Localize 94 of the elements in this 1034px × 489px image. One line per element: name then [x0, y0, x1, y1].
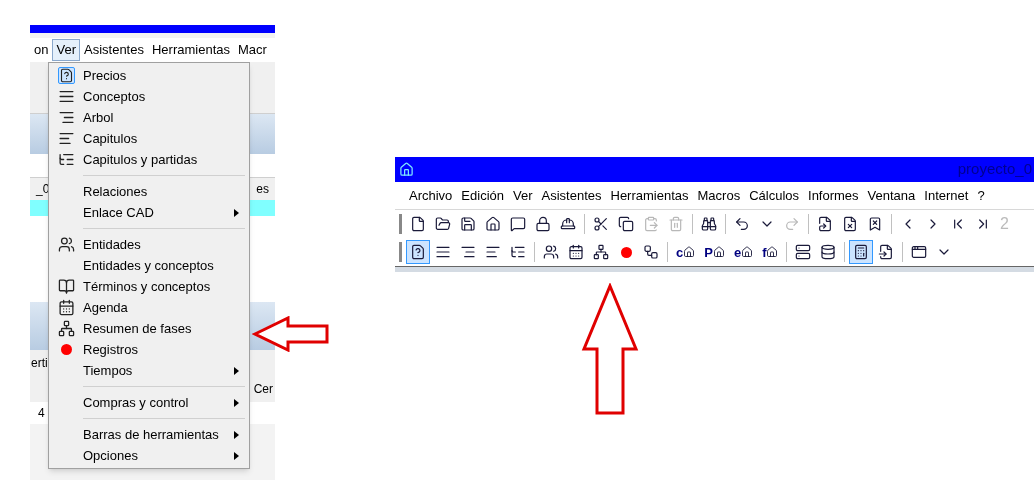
menu-item[interactable]: Archivo [409, 185, 453, 206]
menu-item[interactable]: Tiempos [49, 360, 249, 381]
indented-lines-icon [510, 244, 526, 260]
menu-item[interactable]: Ver [52, 39, 80, 61]
menu-item[interactable]: Herramientas [147, 39, 234, 61]
toolbar-button[interactable]: P [700, 240, 729, 264]
menu-item[interactable]: Arbol [49, 107, 249, 128]
menu-item[interactable]: on [30, 39, 53, 61]
menu-item[interactable]: Internet [924, 185, 969, 206]
chapter-lines-icon [57, 130, 75, 147]
trash-icon [668, 216, 684, 232]
menu-item[interactable]: Agenda [49, 297, 249, 318]
helmet-icon [560, 216, 576, 232]
submenu-arrow-icon [234, 451, 239, 460]
menu-item[interactable]: Herramientas [610, 185, 689, 206]
submenu-arrow-icon [234, 366, 239, 375]
people-icon [57, 236, 75, 253]
folder-icon [435, 216, 451, 232]
lines-icon [57, 88, 75, 105]
network-icon [593, 244, 609, 260]
menu-item[interactable]: Ver [513, 185, 533, 206]
paste-icon [643, 216, 659, 232]
panel-icon [795, 244, 812, 260]
menu-item[interactable]: Asistentes [80, 39, 148, 61]
menu-item[interactable]: Resumen de fases [49, 318, 249, 339]
cell-text: 4 [38, 405, 45, 422]
toolbar-button[interactable]: e [729, 240, 758, 264]
menu-item[interactable]: Macr [234, 39, 271, 61]
speech-bubble-icon [510, 216, 526, 232]
calendar-icon [57, 299, 75, 316]
window-icon [911, 244, 928, 260]
save-icon [460, 216, 476, 232]
undo-icon [734, 216, 750, 232]
document-arrow-icon [878, 244, 895, 260]
house-icon [712, 246, 725, 258]
database-icon [820, 244, 837, 260]
window-title: proyecto_0 [957, 159, 1032, 180]
menu-item[interactable]: Términos y conceptos [49, 276, 249, 297]
toolbar-button[interactable] [849, 240, 874, 264]
document-arrow-icon [817, 216, 833, 232]
house-icon [766, 246, 779, 258]
binoculars-icon [701, 216, 717, 232]
price-view-icon [410, 244, 426, 260]
menu-item[interactable]: Asistentes [541, 185, 602, 206]
submenu-arrow-icon [234, 398, 239, 407]
copy-icon [618, 216, 634, 232]
menu-item[interactable]: Cálculos [749, 185, 799, 206]
chapter-lines-icon [485, 244, 501, 260]
toolbar-text: 2 [1000, 214, 1009, 234]
toolbar-button[interactable] [406, 240, 430, 264]
menu-item[interactable]: Compras y control [49, 392, 249, 413]
menu-item[interactable]: Capitulos [49, 128, 249, 149]
network-icon [57, 320, 75, 337]
calendar-icon [568, 244, 584, 260]
menu-item[interactable]: Enlace CAD [49, 202, 249, 223]
menu-item[interactable]: Barras de herramientas [49, 424, 249, 445]
book-icon [57, 278, 75, 295]
tree-lines-icon [57, 109, 75, 126]
people-icon [543, 244, 559, 260]
menu-item[interactable]: Registros [49, 339, 249, 360]
bookmark-icon [867, 216, 883, 232]
document-x-icon [842, 216, 858, 232]
tab-label: es [256, 181, 269, 198]
menu-item[interactable]: Relaciones [49, 181, 249, 202]
diagram-icon [643, 244, 659, 260]
menu-item[interactable]: Opciones [49, 445, 249, 466]
new-file-icon [410, 216, 426, 232]
cut-icon [593, 216, 609, 232]
menu-item[interactable]: Ventana [867, 185, 916, 206]
house-icon [683, 246, 696, 258]
house-icon [399, 162, 414, 177]
menu-item[interactable]: Entidades y conceptos [49, 255, 249, 276]
house-icon [741, 246, 754, 258]
indented-lines-icon [57, 151, 75, 168]
cell-text: erti [31, 355, 48, 372]
calculator-icon [853, 244, 870, 260]
toolbar-button[interactable]: c [672, 240, 700, 264]
menu-item[interactable]: Entidades [49, 234, 249, 255]
menu-item[interactable]: Capitulos y partidas [49, 149, 249, 170]
redo-icon [784, 216, 800, 232]
menu-item[interactable]: ? [977, 185, 985, 206]
submenu-arrow-icon [234, 430, 239, 439]
menu-item[interactable]: Precios [49, 65, 249, 86]
house-icon [485, 216, 501, 232]
menu-item[interactable]: Macros [697, 185, 741, 206]
submenu-arrow-icon [234, 208, 239, 217]
tree-lines-icon [460, 244, 476, 260]
lock-icon [535, 216, 551, 232]
menu-item[interactable]: Edición [461, 185, 504, 206]
menu-item[interactable]: Informes [808, 185, 859, 206]
lines-icon [435, 244, 451, 260]
toolbar-button[interactable]: f [758, 240, 783, 264]
menu-item[interactable]: Conceptos [49, 86, 249, 107]
button-label: Cer [253, 381, 273, 398]
